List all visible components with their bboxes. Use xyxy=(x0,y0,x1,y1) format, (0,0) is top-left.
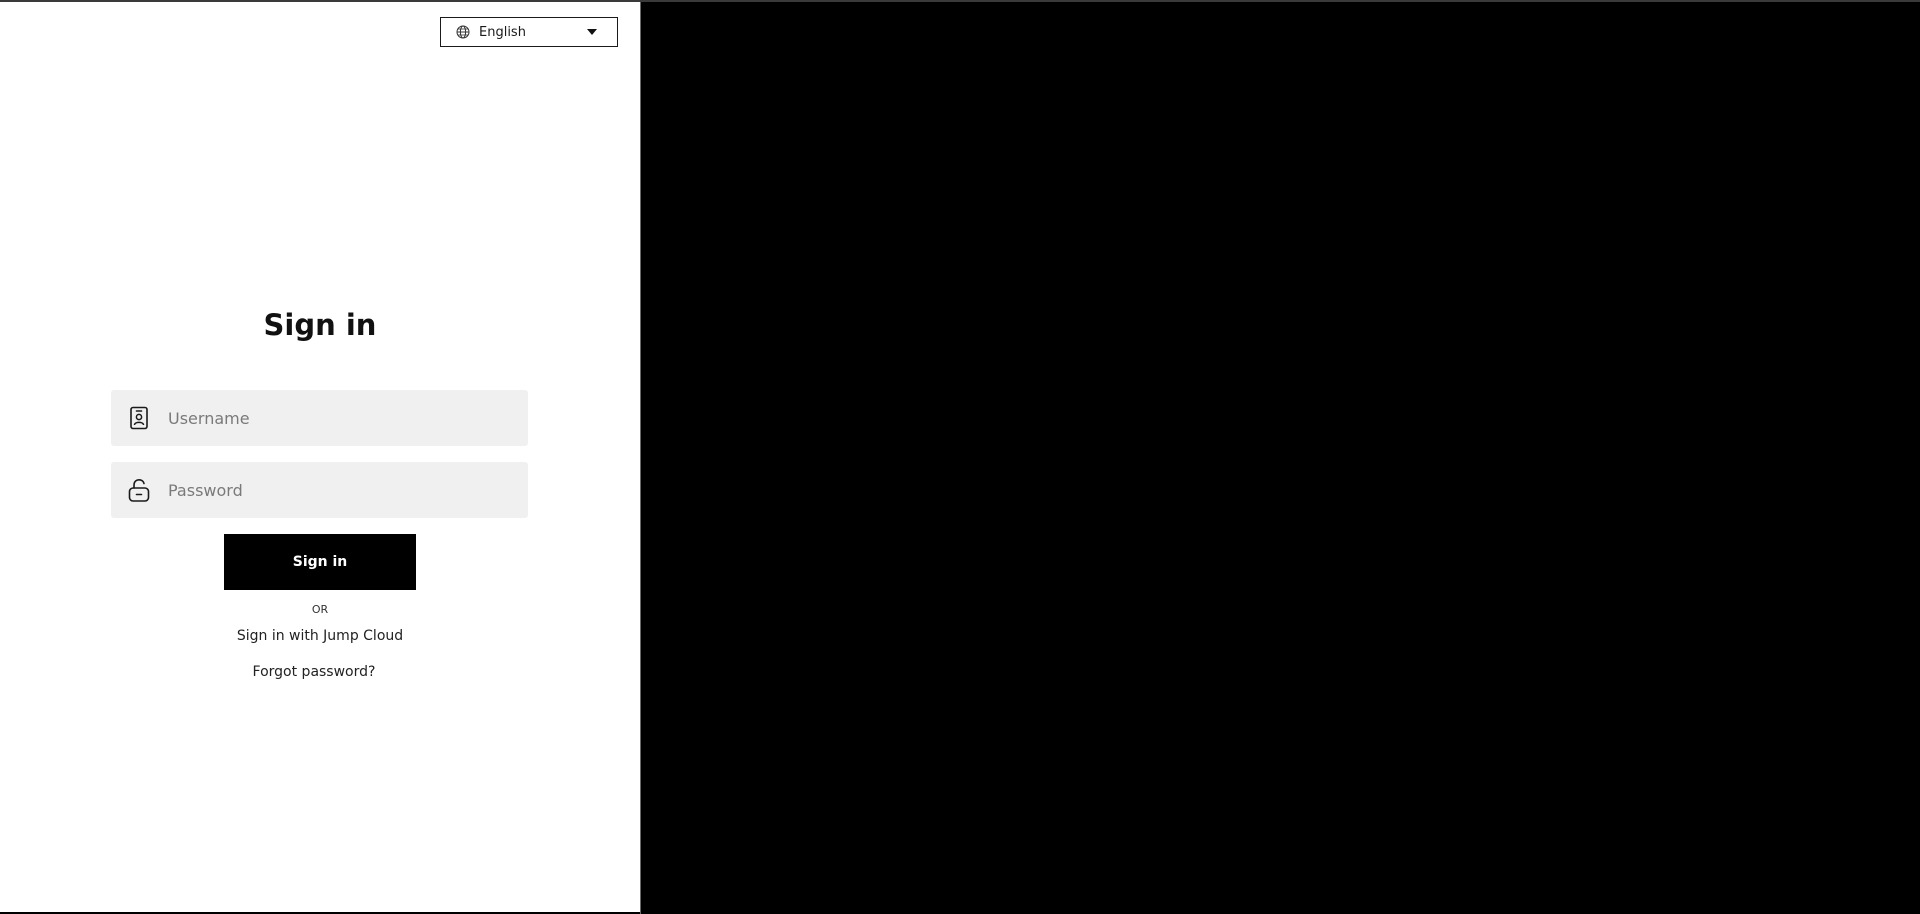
jumpcloud-sso-link[interactable]: Sign in with Jump Cloud xyxy=(0,628,640,644)
username-input[interactable] xyxy=(168,390,528,446)
language-label: English xyxy=(479,24,526,40)
sign-in-button[interactable]: Sign in xyxy=(224,534,416,590)
globe-icon xyxy=(456,25,470,39)
background-panel xyxy=(641,2,1920,914)
forgot-password-link[interactable]: Forgot password? xyxy=(0,664,634,680)
password-input[interactable] xyxy=(168,462,528,518)
username-field[interactable] xyxy=(111,390,528,446)
badge-icon xyxy=(130,406,148,430)
signin-panel: English Sign in Sign in OR Sign in with … xyxy=(0,2,640,912)
page-title: Sign in xyxy=(263,308,377,342)
page: English Sign in Sign in OR Sign in with … xyxy=(0,0,1920,914)
chevron-down-icon xyxy=(587,29,597,35)
unlock-icon xyxy=(128,478,150,502)
language-selector[interactable]: English xyxy=(440,17,618,47)
password-field[interactable] xyxy=(111,462,528,518)
or-separator: OR xyxy=(311,603,329,616)
